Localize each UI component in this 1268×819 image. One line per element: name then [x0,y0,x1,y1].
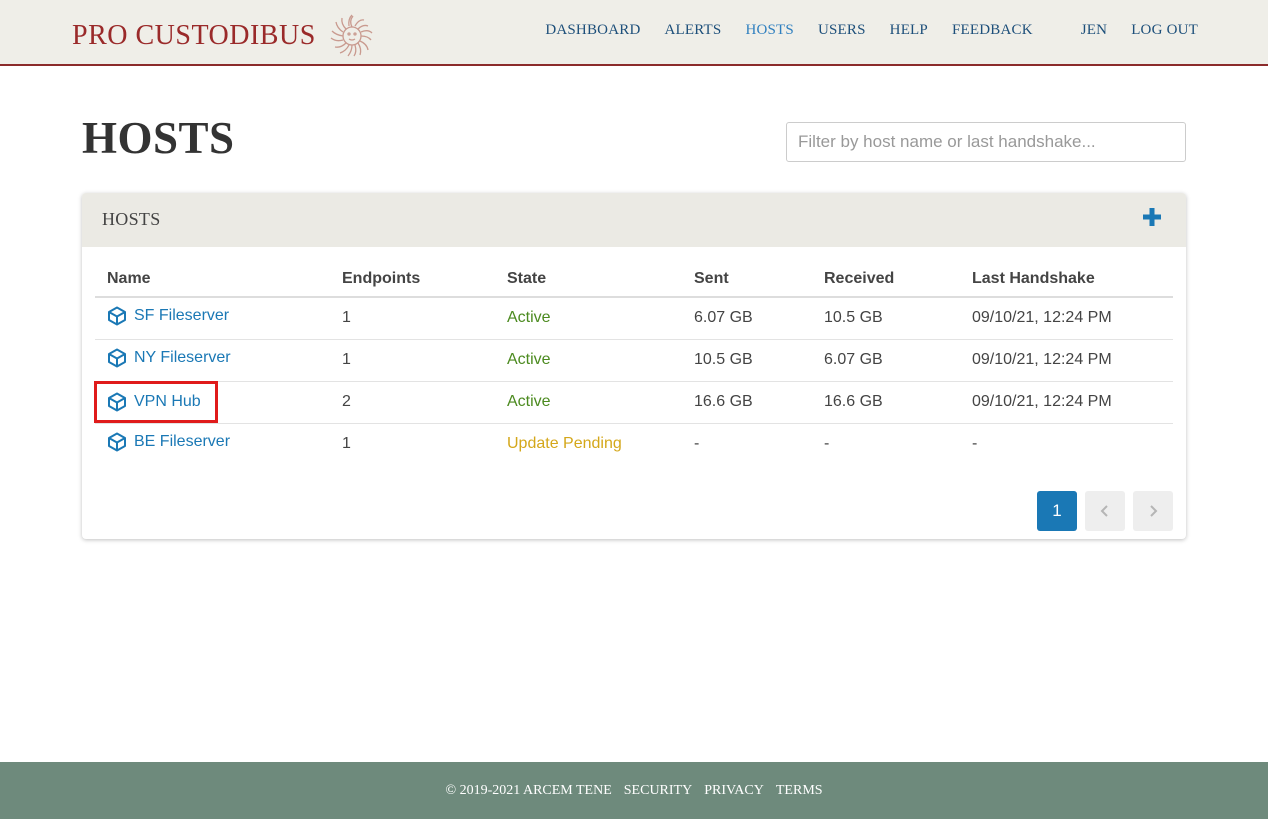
column-header-received[interactable]: Received [812,261,960,298]
sent-cell: 6.07 GB [682,297,812,340]
column-header-state[interactable]: State [495,261,682,298]
card-title: HOSTS [102,209,161,229]
endpoints-cell: 2 [330,381,495,424]
endpoints-cell: 1 [330,297,495,340]
nav-hosts[interactable]: HOSTS [745,22,794,39]
host-name: SF Fileserver [134,306,230,324]
state-cell: Active [495,297,682,340]
pagination: 1 [1029,491,1173,531]
page-title: HOSTS [82,113,235,163]
cube-icon [108,306,126,326]
endpoints-cell: 1 [342,435,351,453]
top-navbar: PRO CUSTODIBUS DASHBOARD ALERTS HOSTS US… [0,0,1268,66]
last-handshake-cell: 09/10/21, 12:24 PM [960,381,1173,424]
table-header-row: Name Endpoints State Sent Received Last … [95,261,1173,298]
next-page-button[interactable] [1133,491,1173,531]
cube-icon [108,348,126,367]
table-row: SF Fileserver 1 Active 6.07 GB 10.5 GB 0… [95,297,1173,340]
card-header: HOSTS [82,193,1186,247]
last-handshake-cell: 09/10/21, 12:24 PM [960,297,1173,340]
state-cell: Active [495,339,682,382]
chevron-right-icon [1150,505,1158,517]
state-cell: Update Pending [507,435,622,453]
chevron-left-icon [1100,505,1108,517]
host-name: VPN Hub [134,393,201,410]
footer-link-security[interactable]: SECURITY [624,783,692,799]
main-nav: DASHBOARD ALERTS HOSTS USERS HELP FEEDBA… [521,22,1198,39]
host-name-cell: SF Fileserver [95,297,330,340]
sent-cell: 16.6 GB [682,381,812,424]
column-header-sent[interactable]: Sent [682,261,812,298]
hosts-table: Name Endpoints State Sent Received Last … [94,261,1173,465]
medusa-logo-icon [330,14,373,57]
footer-link-privacy[interactable]: PRIVACY [704,783,764,799]
brand-name: PRO CUSTODIBUS [72,20,316,51]
column-header-endpoints[interactable]: Endpoints [330,261,495,298]
filter-input[interactable] [786,122,1186,162]
nav-alerts[interactable]: ALERTS [664,22,721,39]
cube-icon [108,432,126,452]
prev-page-button[interactable] [1085,491,1125,531]
column-header-last-handshake[interactable]: Last Handshake [960,261,1173,298]
host-link[interactable]: BE Fileserver [107,432,230,452]
nav-help[interactable]: HELP [890,22,928,39]
last-handshake-cell: 09/10/21, 12:24 PM [960,339,1173,382]
sent-cell: 10.5 GB [682,339,812,382]
last-handshake-cell: - [972,435,978,453]
host-link[interactable]: SF Fileserver [107,306,229,326]
host-link[interactable]: NY Fileserver [107,348,231,368]
received-cell: 10.5 GB [812,297,960,340]
host-name: BE Fileserver [134,432,231,450]
state-cell: Active [495,381,682,424]
brand[interactable]: PRO CUSTODIBUS [72,14,376,58]
footer-link-terms[interactable]: TERMS [776,783,823,799]
nav-user-menu[interactable]: JEN [1081,22,1107,39]
nav-dashboard[interactable]: DASHBOARD [545,22,640,39]
received-cell: - [824,435,830,453]
hosts-card: HOSTS Name Endpoints State Sent Received… [82,193,1186,539]
table-row: NY Fileserver 1 Active 10.5 GB 6.07 GB 0… [95,339,1173,382]
host-name-cell: NY Fileserver [95,339,330,382]
host-name-cell: VPN Hub [94,381,330,424]
cube-icon [108,392,126,412]
host-name: NY Fileserver [134,348,231,366]
nav-users[interactable]: USERS [818,22,866,39]
plus-icon[interactable] [1142,207,1162,227]
received-cell: 16.6 GB [812,381,960,424]
received-cell: 6.07 GB [812,339,960,382]
table-row: BE Fileserver 1 Update Pending - - - [95,423,1173,465]
column-header-name[interactable]: Name [95,261,330,298]
page-button-current[interactable]: 1 [1037,491,1077,531]
host-name-cell: BE Fileserver [95,423,330,465]
sent-cell: - [694,435,700,453]
footer-copyright: © 2019-2021 ARCEM TENE [445,782,612,798]
endpoints-cell: 1 [330,339,495,382]
table-row: VPN Hub 2 Active 16.6 GB 16.6 GB 09/10/2… [94,381,1173,424]
nav-logout[interactable]: LOG OUT [1131,22,1198,39]
nav-feedback[interactable]: FEEDBACK [952,22,1033,39]
host-link-highlighted[interactable]: VPN Hub [94,381,218,423]
footer: © 2019-2021 ARCEM TENE SECURITY PRIVACY … [0,762,1268,819]
